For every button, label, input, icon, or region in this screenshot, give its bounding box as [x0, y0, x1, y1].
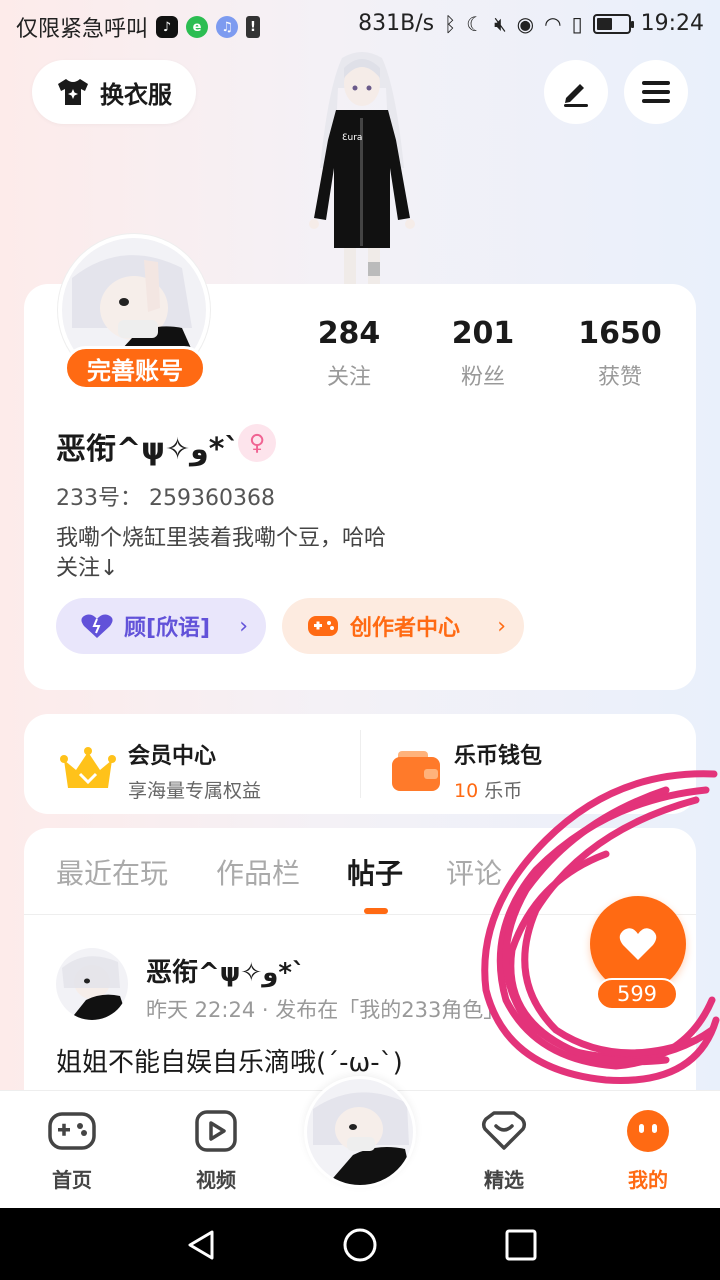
stat-following-label: 关注: [326, 365, 371, 390]
chevron-right-icon: ›: [239, 613, 248, 639]
heart-couple-icon: [81, 614, 113, 638]
back-triangle-icon[interactable]: [184, 1228, 218, 1262]
tab-works[interactable]: 作品栏: [216, 852, 300, 892]
status-bar: 仅限紧急呼叫 ♪ e ♫ ! 831B/s ᛒ ☾ 🔇︎ ◉ ◠ ▯ 19:24: [0, 0, 720, 50]
net-speed: 831B/s: [358, 11, 435, 36]
crown-icon: [60, 746, 116, 788]
pencil-icon: [564, 84, 588, 107]
stat-likes-label: 获赞: [597, 365, 642, 390]
music-icon: ♫: [216, 16, 239, 38]
female-gender-icon: ♀: [238, 424, 276, 462]
nav-video[interactable]: 视频: [166, 1108, 266, 1193]
bio-line-2: 关注↓: [56, 556, 119, 581]
gamepad-icon: [308, 616, 338, 636]
change-outfit-label: 换衣服: [100, 80, 172, 109]
post-author-avatar[interactable]: [56, 948, 128, 1020]
companion-pill-button[interactable]: 顾[欣语] ›: [56, 598, 266, 654]
tab-recently-played[interactable]: 最近在玩: [56, 852, 168, 892]
wifi-icon: ◠: [544, 11, 562, 36]
nav-home[interactable]: 首页: [22, 1108, 122, 1193]
vip-center-entry[interactable]: 会员中心 享海量专属权益: [60, 738, 261, 803]
stat-following-value: 284: [317, 316, 381, 351]
stat-following[interactable]: 284 关注: [284, 316, 414, 391]
wallet-title: 乐币钱包: [454, 744, 543, 769]
heart-icon: [619, 928, 657, 960]
avatar-image: [56, 948, 128, 1020]
nav-featured[interactable]: 精选: [454, 1108, 554, 1193]
chevron-right-icon: ›: [497, 613, 506, 639]
browser-e-icon: e: [186, 16, 209, 38]
creator-center-button[interactable]: 创作者中心 ›: [282, 598, 524, 654]
wallet-amount: 10: [454, 780, 479, 802]
nav-me-label: 我的: [628, 1168, 668, 1192]
heart-diamond-icon: [481, 1111, 527, 1150]
stat-followers-value: 201: [451, 316, 515, 351]
wallet-balance: 10 乐币: [454, 776, 542, 803]
recents-square-icon[interactable]: [504, 1228, 538, 1262]
divider: [360, 730, 361, 798]
profile-face-icon: [627, 1110, 669, 1152]
svg-text:Ɛura: Ɛura: [342, 133, 362, 143]
tab-comments[interactable]: 评论: [446, 852, 502, 892]
video-play-icon: [195, 1110, 237, 1152]
avatar-character-figure[interactable]: Ɛura: [292, 48, 432, 284]
menu-button[interactable]: [624, 60, 688, 124]
username: 恶衔^ψ✧و*`: [56, 432, 240, 467]
notification-alert-icon: !: [246, 16, 261, 38]
nav-video-label: 视频: [196, 1168, 236, 1192]
nav-avatar-center[interactable]: [304, 1076, 416, 1188]
bio: 我嘞个烧缸里装着我嘞个豆，哈哈 关注↓: [56, 524, 476, 584]
wallet-entry[interactable]: 乐币钱包 10 乐币: [390, 738, 542, 803]
post-author-name[interactable]: 恶衔^ψ✧و*`: [146, 952, 305, 989]
change-outfit-button[interactable]: 换衣服: [32, 60, 196, 124]
edit-button[interactable]: [544, 60, 608, 124]
wallet-icon: [392, 750, 440, 791]
complete-account-button[interactable]: 完善账号: [64, 346, 206, 390]
stat-likes[interactable]: 1650 获赞: [555, 316, 685, 391]
system-navigation-bar: [0, 1208, 720, 1280]
mute-icon: 🔇︎: [494, 11, 507, 36]
companion-pill-label: 顾[欣语]: [124, 616, 211, 641]
like-count: 599: [596, 978, 678, 1010]
bio-line-1: 我嘞个烧缸里装着我嘞个豆，哈哈: [56, 526, 387, 551]
stat-likes-value: 1650: [578, 316, 662, 351]
gamepad-icon: [48, 1112, 96, 1150]
tabs-divider: [24, 914, 696, 915]
creator-center-label: 创作者中心: [350, 616, 461, 641]
sim-alert-icon: ▯: [571, 11, 583, 36]
bluetooth-icon: ᛒ: [444, 11, 457, 36]
eye-icon: ◉: [516, 11, 535, 36]
vip-center-subtitle: 享海量专属权益: [128, 780, 262, 802]
post-text[interactable]: 姐姐不能自娱自乐滴哦(´-ω-`): [56, 1042, 403, 1079]
nav-featured-label: 精选: [484, 1168, 524, 1192]
carrier-text: 仅限紧急呼叫: [16, 17, 149, 42]
nav-me[interactable]: 我的: [598, 1108, 698, 1193]
post-meta: 昨天 22:24 · 发布在「我的233角色」: [146, 998, 505, 1022]
tab-posts[interactable]: 帖子: [347, 852, 403, 892]
home-circle-icon[interactable]: [342, 1227, 378, 1263]
vip-center-title: 会员中心: [128, 744, 217, 769]
hamburger-icon: [642, 81, 670, 103]
stat-followers[interactable]: 201 粉丝: [418, 316, 548, 391]
stat-followers-label: 粉丝: [460, 365, 505, 390]
nav-home-label: 首页: [52, 1168, 92, 1192]
member-wallet-card: 会员中心 享海量专属权益 乐币钱包 10 乐币: [24, 714, 696, 814]
avatar-image: [307, 1079, 413, 1185]
tshirt-icon: [58, 79, 88, 105]
moon-icon: ☾: [466, 11, 485, 36]
wallet-unit: 乐币: [478, 780, 523, 802]
account-id[interactable]: 233号： 259360368: [56, 480, 275, 512]
clock: 19:24: [640, 11, 704, 36]
tiktok-icon: ♪: [156, 16, 179, 38]
battery-icon: [592, 13, 634, 34]
